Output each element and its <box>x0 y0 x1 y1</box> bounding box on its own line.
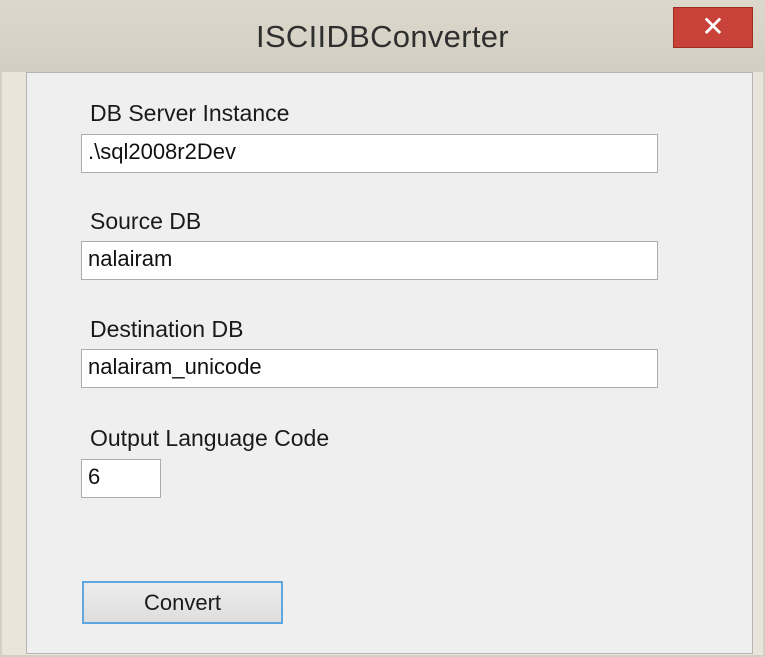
form-panel: DB Server Instance .\sql2008r2Dev Source… <box>26 72 753 654</box>
source-db-label: Source DB <box>90 208 202 234</box>
db-server-input[interactable]: .\sql2008r2Dev <box>81 134 658 173</box>
language-code-label: Output Language Code <box>90 425 330 451</box>
close-button[interactable]: ✕ <box>673 7 753 48</box>
destination-db-input[interactable]: nalairam_unicode <box>81 349 658 388</box>
destination-db-label: Destination DB <box>90 316 244 342</box>
source-db-input[interactable]: nalairam <box>81 241 658 280</box>
title-bar: ISCIIDBConverter ✕ <box>0 0 765 72</box>
app-window: ISCIIDBConverter ✕ DB Server Instance .\… <box>0 0 765 657</box>
close-icon: ✕ <box>701 11 725 42</box>
convert-button[interactable]: Convert <box>82 581 283 624</box>
db-server-label: DB Server Instance <box>90 100 290 126</box>
window-title: ISCIIDBConverter <box>256 19 509 54</box>
language-code-input[interactable]: 6 <box>81 459 161 498</box>
